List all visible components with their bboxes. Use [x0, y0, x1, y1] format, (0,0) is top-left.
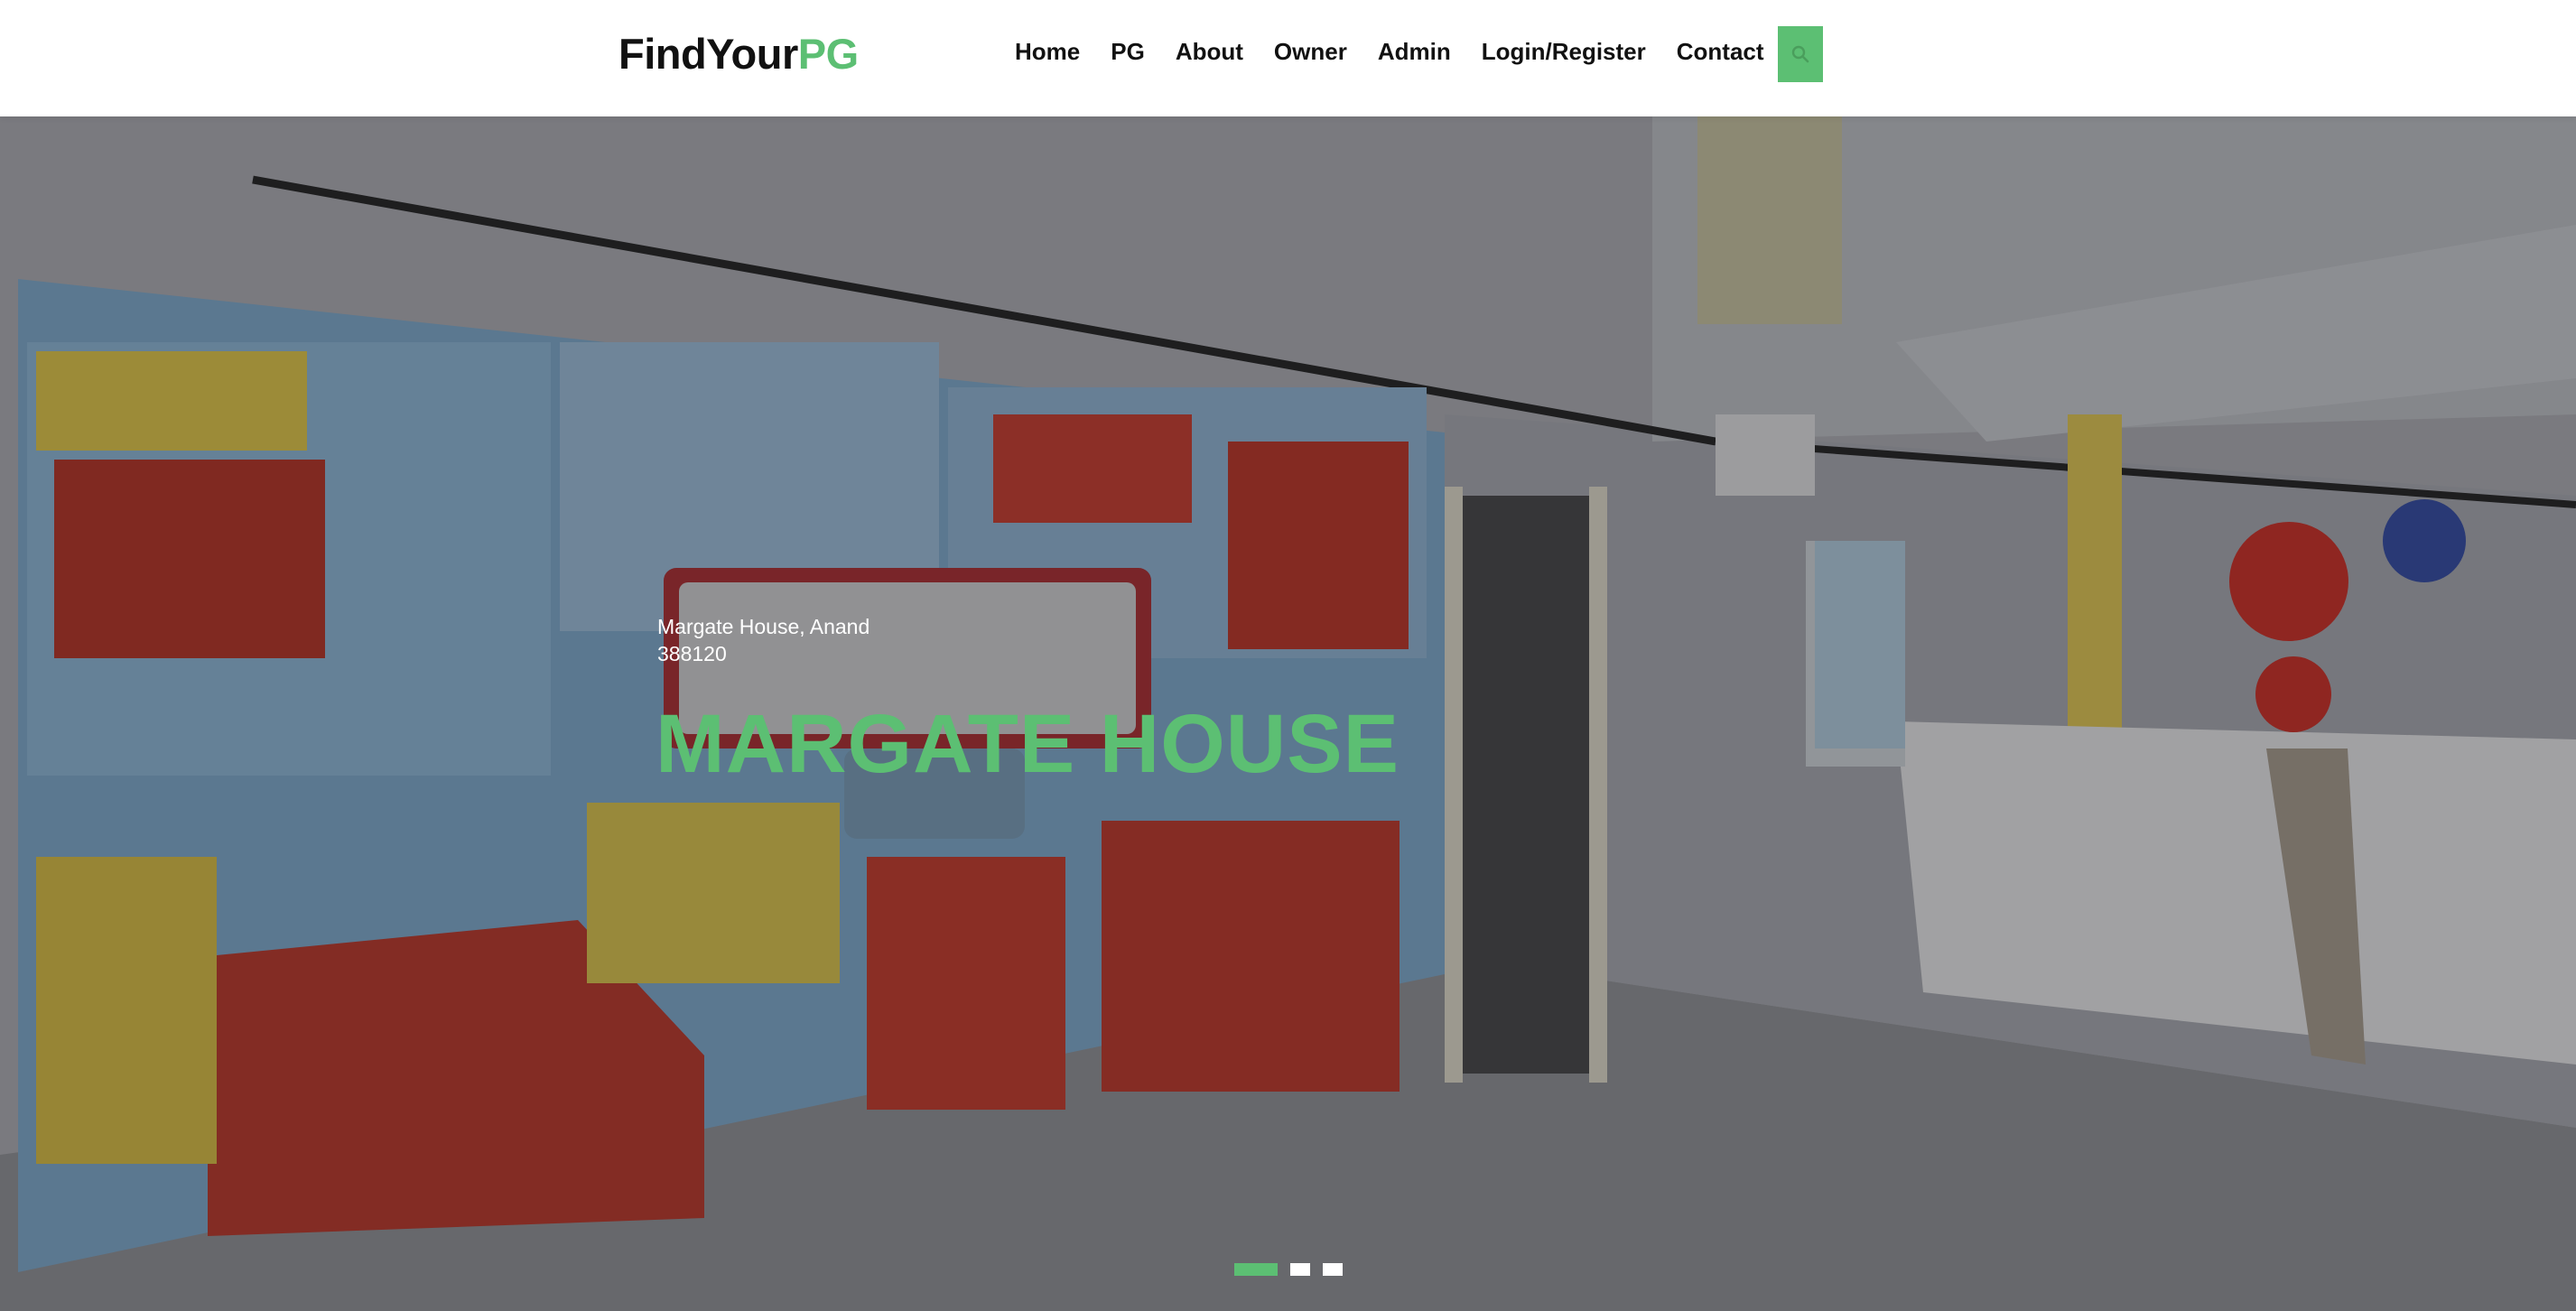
nav-admin[interactable]: Admin [1378, 35, 1451, 68]
carousel-indicator-3[interactable] [1323, 1263, 1343, 1276]
carousel-indicators [1234, 1263, 1343, 1276]
hero-carousel[interactable]: Margate House, Anand 388120 MARGATE HOUS… [0, 116, 2576, 1311]
nav-login-register[interactable]: Login/Register [1482, 35, 1646, 68]
brand-name-accent: PG [797, 30, 859, 78]
hero-address: Margate House, Anand 388120 [657, 615, 870, 665]
site-header: FindYourPG Home PG About Owner Admin Log… [0, 0, 2576, 116]
nav-owner[interactable]: Owner [1274, 35, 1347, 68]
carousel-indicator-2[interactable] [1290, 1263, 1310, 1276]
hero-title: MARGATE HOUSE [656, 698, 1400, 790]
search-button[interactable] [1778, 26, 1823, 82]
nav-pg[interactable]: PG [1111, 35, 1145, 68]
brand-name: FindYour [618, 30, 798, 78]
nav-about[interactable]: About [1176, 35, 1243, 68]
main-nav: Home PG About Owner Admin Login/Register… [1015, 33, 1795, 70]
carousel-indicator-1[interactable] [1234, 1263, 1278, 1276]
nav-home[interactable]: Home [1015, 35, 1080, 68]
nav-contact[interactable]: Contact [1677, 35, 1764, 68]
search-icon [1791, 45, 1809, 63]
brand-logo[interactable]: FindYourPG [618, 27, 859, 81]
